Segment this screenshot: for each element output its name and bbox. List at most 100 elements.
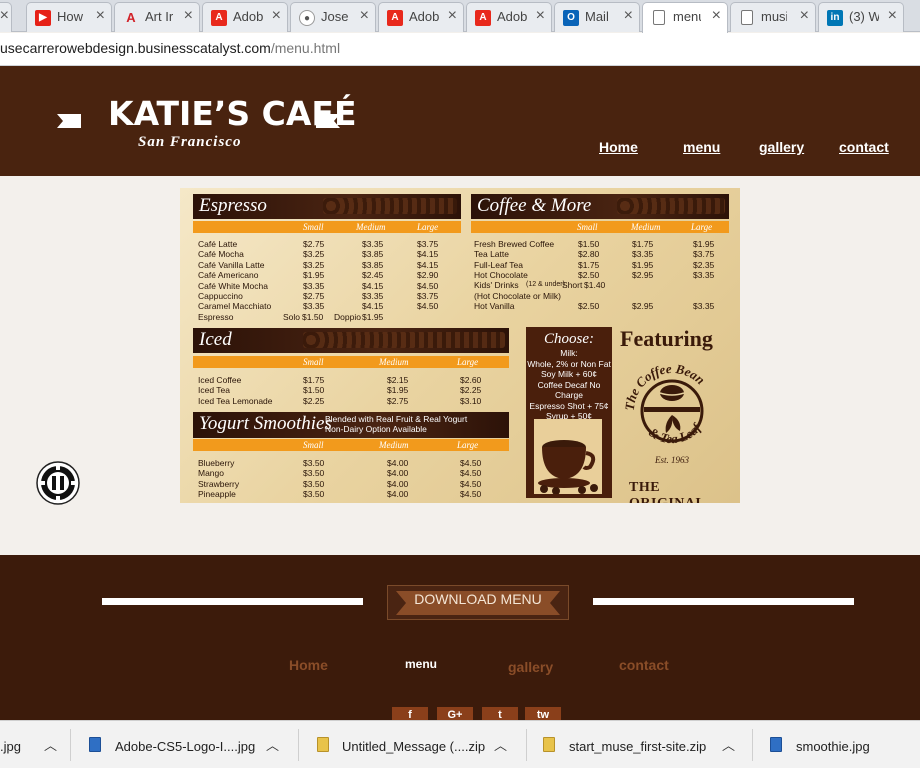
item-price: $3.35 <box>362 291 384 301</box>
image-file-icon <box>770 737 782 752</box>
close-icon[interactable]: × <box>888 7 897 25</box>
item-price: $3.35 <box>303 301 325 312</box>
adobe-icon: A <box>475 10 491 26</box>
logo-ribbon-left <box>57 114 81 128</box>
tab-jose[interactable]: ● Jose × <box>290 2 376 32</box>
close-icon[interactable]: × <box>448 7 457 25</box>
nav-home[interactable]: Home <box>599 139 638 155</box>
item-price: $3.75 <box>417 239 439 249</box>
item-name: Blueberry <box>198 458 235 468</box>
item-name: Kids' Drinks <box>474 280 519 290</box>
item-price: $3.50 <box>303 458 325 468</box>
item-price: $2.75 <box>303 239 325 249</box>
close-icon[interactable]: × <box>536 7 545 25</box>
close-icon[interactable]: × <box>0 7 9 25</box>
menu-row-iced: Iced Tea $1.50 $1.95 $2.25 <box>198 385 481 396</box>
tab-menu-active[interactable]: menu × <box>642 2 728 33</box>
footer-nav-contact[interactable]: contact <box>619 657 669 673</box>
item-price: $4.50 <box>460 489 482 500</box>
item-name: Mango <box>198 468 224 479</box>
tab-partial[interactable]: × <box>0 2 12 32</box>
zip-file-icon <box>317 737 329 752</box>
close-icon[interactable]: × <box>360 7 369 25</box>
adobe-icon: A <box>211 10 227 26</box>
item-price: $3.50 <box>303 468 325 479</box>
close-icon[interactable]: × <box>712 7 721 25</box>
google-plus-icon[interactable]: G+ <box>437 707 473 721</box>
item-name: Café Latte <box>198 239 238 249</box>
menu-row-iced: Iced Tea Lemonade $2.25 $2.75 $3.10 <box>198 396 481 406</box>
tab-linkedin[interactable]: in (3) W × <box>818 2 904 32</box>
tab-youtube[interactable]: ▶ How × <box>26 2 112 32</box>
close-icon[interactable]: × <box>800 7 809 25</box>
floating-widget-icon[interactable] <box>36 461 80 505</box>
item-name: Cappuccino <box>198 291 243 301</box>
download-item[interactable]: Untitled_Message (....zip ︿ <box>314 721 524 768</box>
item-price: $4.00 <box>387 458 409 468</box>
chevron-up-icon[interactable]: ︿ <box>44 735 57 754</box>
item-price: $4.15 <box>417 249 439 260</box>
tab-musi[interactable]: musi × <box>730 2 816 32</box>
chevron-up-icon[interactable]: ︿ <box>722 735 735 754</box>
close-icon[interactable]: × <box>96 7 105 25</box>
item-price: $3.35 <box>632 249 654 260</box>
menu-row-coffee: Fresh Brewed Coffee $1.50 $1.75 $1.95 <box>474 239 740 249</box>
chevron-up-icon[interactable]: ︿ <box>266 735 279 754</box>
tab-title: Adob <box>233 9 263 24</box>
chevron-up-icon[interactable]: ︿ <box>494 735 507 754</box>
size-label: Small <box>577 222 598 232</box>
download-item[interactable]: start_muse_first-site.zip ︿ <box>540 721 750 768</box>
footer-nav-home[interactable]: Home <box>289 657 328 673</box>
download-item[interactable]: Adobe-CS5-Logo-I....jpg ︿ <box>86 721 296 768</box>
url-path: /menu.html <box>270 40 341 56</box>
tab-art[interactable]: A Art Ir × <box>114 2 200 32</box>
download-file-name: start_muse_first-site.zip <box>569 739 707 754</box>
item-name: Caramel Macchiato <box>198 301 272 312</box>
menu-row-kids-note: (Hot Chocolate or Milk) <box>474 291 724 301</box>
item-price: $4.15 <box>362 280 384 291</box>
linkedin-icon: in <box>827 10 843 26</box>
tab-title: Mail <box>585 9 609 24</box>
footer-nav-menu[interactable]: menu <box>405 657 437 671</box>
item-price: $3.35 <box>693 301 715 311</box>
tab-adobe-1[interactable]: A Adob × <box>202 2 288 32</box>
size-label: Large <box>417 222 439 232</box>
footer-nav-gallery[interactable]: gallery <box>508 659 553 675</box>
tab-adobe-3[interactable]: A Adob × <box>466 2 552 32</box>
item-price: $1.95 <box>362 312 384 322</box>
menu-row-espresso: Café Vanilla Latte $3.25 $3.85 $4.15 <box>198 260 478 270</box>
menu-board: Espresso Small Medium Large Café Latte $2… <box>180 188 740 503</box>
url-text[interactable]: usecarrerowebdesign.businesscatalyst.com… <box>0 40 340 56</box>
menu-row-iced: Iced Coffee $1.75 $2.15 $2.60 <box>198 375 482 385</box>
address-bar[interactable]: usecarrerowebdesign.businesscatalyst.com… <box>0 33 920 66</box>
nav-contact[interactable]: contact <box>839 139 889 155</box>
tab-adobe-2[interactable]: A Adob × <box>378 2 464 32</box>
nav-menu[interactable]: menu <box>683 139 720 155</box>
coffee-beans-decoration <box>323 198 457 214</box>
item-label: Short <box>562 280 583 290</box>
close-icon[interactable]: × <box>272 7 281 25</box>
twitter-icon[interactable]: tw <box>525 707 561 721</box>
item-price: $1.95 <box>693 239 715 249</box>
item-label: Solo <box>283 312 301 322</box>
tumblr-icon[interactable]: t <box>482 707 518 721</box>
item-price: $2.60 <box>460 375 482 385</box>
close-icon[interactable]: × <box>184 7 193 25</box>
choose-line: Coffee Decaf No Charge <box>537 379 601 401</box>
close-icon[interactable]: × <box>624 7 633 25</box>
nav-gallery[interactable]: gallery <box>759 139 804 155</box>
tab-mail[interactable]: O Mail × <box>554 2 640 32</box>
tab-title: musi <box>761 9 787 24</box>
facebook-icon[interactable]: f <box>392 707 428 721</box>
item-price: $2.15 <box>387 375 409 385</box>
item-name: Hot Chocolate <box>474 270 528 281</box>
size-label: Large <box>691 222 713 232</box>
section-title: Iced <box>199 329 232 350</box>
download-menu-label: DOWNLOAD MENU <box>414 591 542 607</box>
download-item[interactable]: .jpg ︿ <box>0 721 70 768</box>
menu-row-smoothie: Strawberry $3.50 $4.00 $4.50 <box>198 479 481 489</box>
download-file-name: smoothie.jpg <box>796 739 870 754</box>
download-menu-button[interactable]: DOWNLOAD MENU <box>387 585 569 620</box>
item-price: $1.50 <box>303 385 325 396</box>
download-item[interactable]: smoothie.jpg <box>768 721 918 768</box>
